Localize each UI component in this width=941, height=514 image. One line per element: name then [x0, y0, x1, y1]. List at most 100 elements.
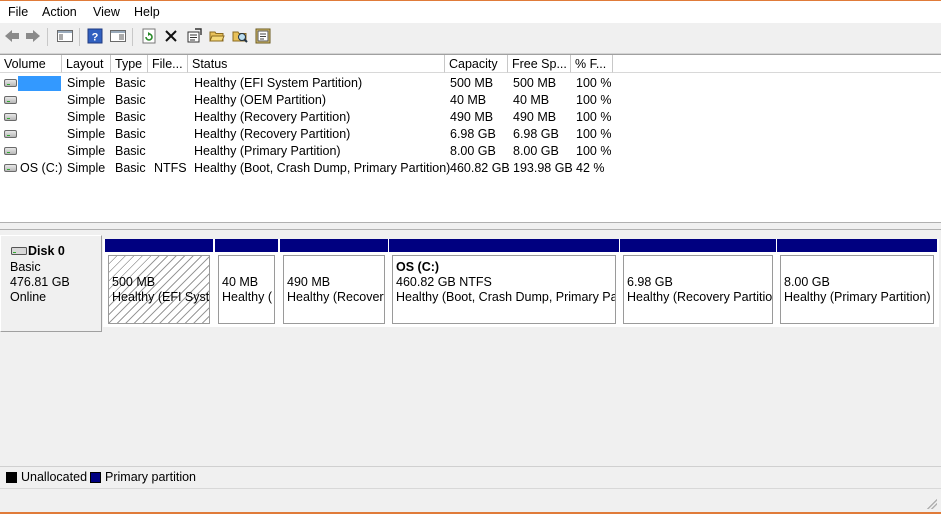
column-header-volume[interactable]: Volume	[0, 55, 62, 73]
partition-oem[interactable]: 40 MB Healthy (	[215, 239, 278, 327]
cell-layout: Simple	[67, 127, 106, 141]
table-row[interactable]: Simple Basic Healthy (Recovery Partition…	[0, 109, 941, 126]
cell-capacity: 8.00 GB	[450, 144, 496, 158]
legend-label-primary: Primary partition	[105, 470, 196, 484]
cell-type: Basic	[115, 144, 146, 158]
column-header-layout[interactable]: Layout	[62, 55, 111, 73]
toolbar-separator	[47, 28, 48, 46]
partition-size: 6.98 GB	[627, 275, 673, 289]
cell-percent-free: 100 %	[576, 110, 612, 124]
disk-graphical-view: Disk 0 Basic 476.81 GB Online 500 MB Hea…	[0, 231, 941, 461]
refresh-icon[interactable]	[140, 27, 158, 45]
svg-text:?: ?	[92, 32, 99, 44]
legend: Unallocated Primary partition	[0, 466, 941, 489]
cell-type: Basic	[115, 127, 146, 141]
cell-type: Basic	[115, 110, 146, 124]
legend-swatch-unallocated	[6, 472, 17, 483]
disk-size: 476.81 GB	[10, 275, 70, 289]
partition-recovery-1[interactable]: 490 MB Healthy (Recovery	[280, 239, 388, 327]
status-bar	[0, 488, 941, 513]
cell-free-space: 6.98 GB	[513, 127, 559, 141]
table-row[interactable]: OS (C:) Simple Basic NTFS Healthy (Boot,…	[0, 160, 941, 177]
volume-list: Volume Layout Type File... Status Capaci…	[0, 54, 941, 223]
cell-percent-free: 100 %	[576, 76, 612, 90]
cell-percent-free: 100 %	[576, 93, 612, 107]
cell-capacity: 6.98 GB	[450, 127, 496, 141]
drive-icon	[4, 79, 17, 87]
partition-os-c[interactable]: OS (C:) 460.82 GB NTFS Healthy (Boot, Cr…	[389, 239, 619, 327]
table-row[interactable]: Simple Basic Healthy (OEM Partition) 40 …	[0, 92, 941, 109]
delete-icon[interactable]	[162, 27, 180, 45]
back-arrow-icon[interactable]	[3, 27, 21, 45]
properties-icon[interactable]	[185, 27, 203, 45]
drive-icon	[4, 96, 17, 104]
table-row[interactable]: Simple Basic Healthy (EFI System Partiti…	[0, 75, 941, 92]
partition-status: Healthy (Primary Partition)	[784, 290, 931, 304]
partition-status: Healthy (Boot, Crash Dump, Primary Part	[396, 290, 616, 304]
column-header-type[interactable]: Type	[111, 55, 148, 73]
cell-free-space: 500 MB	[513, 76, 557, 90]
column-header-status[interactable]: Status	[188, 55, 445, 73]
help-icon[interactable]: ?	[86, 27, 104, 45]
partition-status: Healthy (	[222, 290, 273, 304]
disk-icon	[11, 247, 27, 255]
cell-type: Basic	[115, 76, 146, 90]
partition-size: 8.00 GB	[784, 275, 830, 289]
cell-capacity: 460.82 GB	[450, 161, 510, 175]
explore-icon[interactable]	[231, 27, 249, 45]
cell-free-space: 193.98 GB	[513, 161, 573, 175]
column-header-percent-free[interactable]: % F...	[571, 55, 613, 73]
column-header-capacity[interactable]: Capacity	[445, 55, 508, 73]
partition-type-bar	[105, 239, 213, 252]
open-icon[interactable]	[208, 27, 226, 45]
pane-splitter[interactable]	[0, 222, 941, 230]
disk-label[interactable]: Disk 0 Basic 476.81 GB Online	[0, 235, 102, 332]
column-header-free-space[interactable]: Free Sp...	[508, 55, 571, 73]
disk-name: Disk 0	[28, 244, 65, 258]
partition-recovery-2[interactable]: 6.98 GB Healthy (Recovery Partitior	[620, 239, 776, 327]
cell-capacity: 490 MB	[450, 110, 494, 124]
partition-area: 490 MB Healthy (Recovery	[283, 255, 385, 324]
partition-type-bar	[280, 239, 388, 252]
column-header-filesystem[interactable]: File...	[148, 55, 188, 73]
partition-area: 8.00 GB Healthy (Primary Partition)	[780, 255, 934, 324]
partition-area: 6.98 GB Healthy (Recovery Partitior	[623, 255, 773, 324]
cell-percent-free: 100 %	[576, 144, 612, 158]
partition-efi[interactable]: 500 MB Healthy (EFI Syste	[105, 239, 213, 327]
forward-arrow-icon[interactable]	[24, 27, 42, 45]
properties-pane-icon[interactable]	[109, 27, 127, 45]
menu-file[interactable]: File	[8, 5, 28, 19]
partition-status: Healthy (Recovery	[287, 290, 385, 304]
column-header-filler	[613, 55, 941, 73]
menu-view[interactable]: View	[93, 5, 120, 19]
partition-type-bar	[777, 239, 937, 252]
cell-status: Healthy (EFI System Partition)	[194, 76, 363, 90]
drive-icon	[4, 164, 17, 172]
cell-free-space: 490 MB	[513, 110, 557, 124]
partition-status: Healthy (Recovery Partitior	[627, 290, 773, 304]
partition-primary[interactable]: 8.00 GB Healthy (Primary Partition)	[777, 239, 937, 327]
cell-layout: Simple	[67, 93, 106, 107]
menu-action[interactable]: Action	[42, 5, 77, 19]
legend-swatch-primary	[90, 472, 101, 483]
table-row[interactable]: Simple Basic Healthy (Recovery Partition…	[0, 126, 941, 143]
console-tree-icon[interactable]	[56, 27, 74, 45]
partition-area: 40 MB Healthy (	[218, 255, 275, 324]
menu-help[interactable]: Help	[134, 5, 160, 19]
help-topics-icon[interactable]	[254, 27, 272, 45]
toolbar: ?	[0, 23, 941, 54]
partition-size: 500 MB	[112, 275, 156, 289]
partition-type-bar	[215, 239, 278, 252]
cell-volume: OS (C:)	[20, 161, 62, 175]
resize-grip[interactable]	[927, 499, 937, 509]
drive-icon	[4, 113, 17, 121]
selection-highlight	[18, 76, 61, 91]
partition-selected-area: 500 MB Healthy (EFI Syste	[108, 255, 210, 324]
disk-type: Basic	[10, 260, 41, 274]
drive-icon	[4, 147, 17, 155]
cell-type: Basic	[115, 93, 146, 107]
cell-status: Healthy (Recovery Partition)	[194, 127, 351, 141]
partition-area: OS (C:) 460.82 GB NTFS Healthy (Boot, Cr…	[392, 255, 616, 324]
table-row[interactable]: Simple Basic Healthy (Primary Partition)…	[0, 143, 941, 160]
disk-status: Online	[10, 290, 47, 304]
